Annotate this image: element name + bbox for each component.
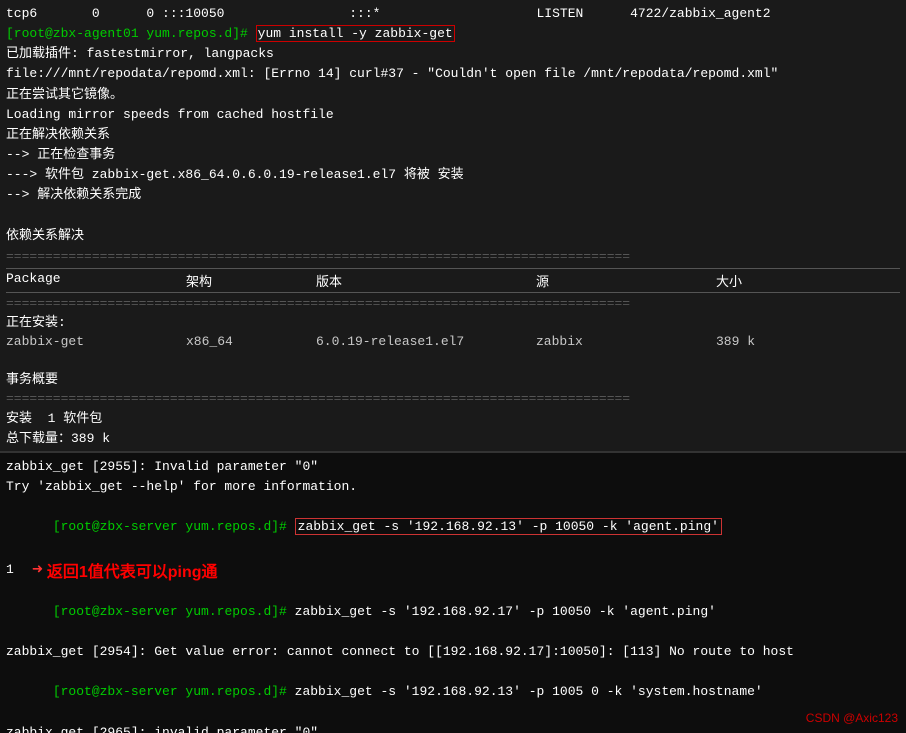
line-invalid-param: zabbix_get [2955]: Invalid parameter "0" [6, 457, 900, 477]
line-try-mirror: 正在尝试其它镜像。 [6, 85, 900, 105]
size-info: 总下载量：389 k [6, 429, 900, 449]
top-section: tcp6 0 0 :::10050 :::* LISTEN 4722/zabbi… [0, 0, 906, 248]
line-help1: Try 'zabbix_get --help' for more informa… [6, 477, 900, 497]
line-pkg: ---> 软件包 zabbix-get.x86_64.0.6.0.19-rele… [6, 165, 900, 185]
line-resolve: 正在解决依赖关系 [6, 125, 900, 145]
col-size-header: 大小 [716, 271, 796, 290]
line-zbx-cmd3: [root@zbx-server yum.repos.d]# zabbix_ge… [6, 662, 900, 722]
separator1: ========================================… [6, 248, 900, 266]
pkg-size: 389 k [716, 334, 796, 349]
terminal: tcp6 0 0 :::10050 :::* LISTEN 4722/zabbi… [0, 0, 906, 733]
line-zbx-cmd1: [root@zbx-server yum.repos.d]# zabbix_ge… [6, 497, 900, 557]
separator2: ========================================… [6, 295, 900, 313]
line-tcp6: tcp6 0 0 :::10050 :::* LISTEN 4722/zabbi… [6, 4, 900, 24]
col-package-header: Package [6, 271, 186, 290]
table-row: zabbix-get x86_64 6.0.19-release1.el7 za… [6, 333, 900, 350]
table-section: ========================================… [0, 248, 906, 449]
line-dep-resolved: 依赖关系解决 [6, 226, 900, 246]
pkg-name: zabbix-get [6, 334, 186, 349]
line-zbx-cmd2: [root@zbx-server yum.repos.d]# zabbix_ge… [6, 582, 900, 642]
separator3: ========================================… [6, 390, 900, 408]
line-install-cmd: [root@zbx-agent01 yum.repos.d]# yum inst… [6, 24, 900, 44]
col-version-header: 版本 [316, 271, 536, 290]
install-summary: 安装 1 软件包 [6, 409, 900, 429]
line-loaded: 已加载插件: fastestmirror, langpacks [6, 44, 900, 64]
line-file-err: file:///mnt/repodata/repomd.xml: [Errno … [6, 64, 900, 84]
ping-result: 1 [6, 560, 26, 580]
line-blank2 [6, 350, 900, 370]
line-invalid-param2: zabbix_get [2965]: invalid parameter "0" [6, 723, 900, 733]
bottom-section: zabbix_get [2955]: Invalid parameter "0"… [0, 451, 906, 733]
col-arch-header: 架构 [186, 271, 316, 290]
summary-label: 事务概要 [6, 370, 900, 390]
line-no-route: zabbix_get [2954]: Get value error: cann… [6, 642, 900, 662]
pkg-arch: x86_64 [186, 334, 316, 349]
arrow-right-icon: ➜ [32, 559, 43, 581]
line-resolve-done: --> 解决依赖关系完成 [6, 185, 900, 205]
col-source-header: 源 [536, 271, 716, 290]
line-loading: Loading mirror speeds from cached hostfi… [6, 105, 900, 125]
pkg-version: 6.0.19-release1.el7 [316, 334, 536, 349]
line-check: --> 正在检查事务 [6, 145, 900, 165]
table-header: Package 架构 版本 源 大小 [6, 268, 900, 293]
result-line-1: 1 ➜ 返回1值代表可以ping通 [6, 558, 900, 582]
install-label: 正在安装: [6, 313, 900, 333]
csdn-tag: CSDN @Axic123 [806, 711, 898, 725]
line-blank1 [6, 205, 900, 225]
pkg-source: zabbix [536, 334, 716, 349]
annotation-ping: 返回1值代表可以ping通 [47, 558, 218, 582]
